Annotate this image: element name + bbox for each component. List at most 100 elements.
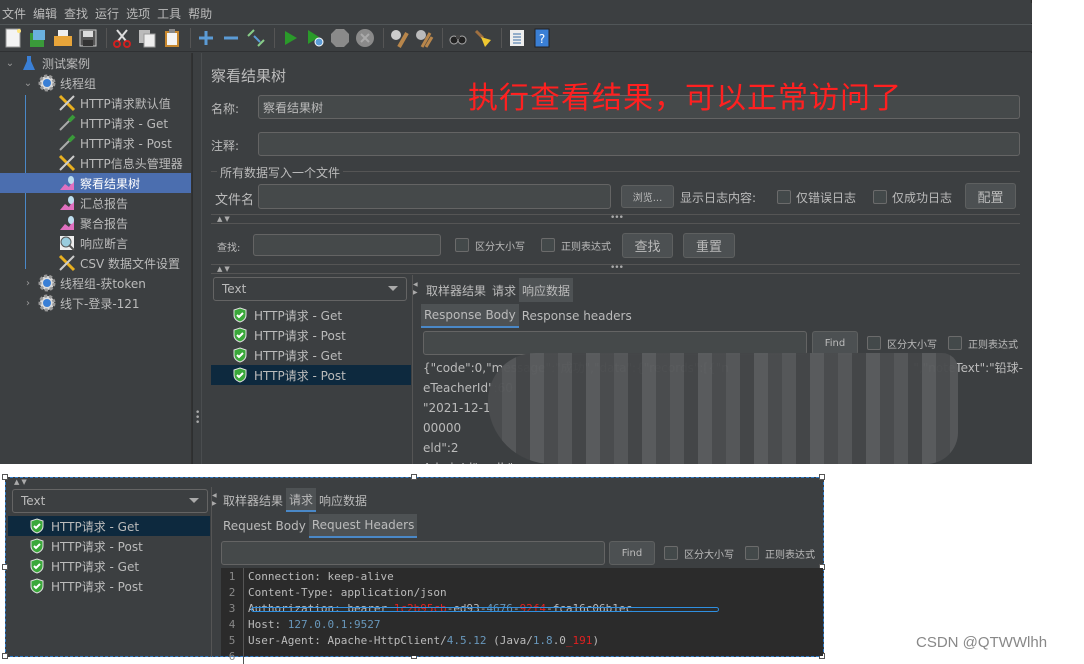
tree-node-label: 测试案例: [42, 56, 91, 71]
collapse-arrows[interactable]: ▲▼: [217, 215, 232, 223]
expand-icon[interactable]: [195, 27, 217, 49]
result-item[interactable]: HTTP请求 - Get: [211, 345, 411, 365]
regex-checkbox[interactable]: [541, 238, 555, 252]
split-arrows[interactable]: ◀ ▶: [413, 281, 418, 297]
menu-options[interactable]: 选项: [124, 5, 154, 22]
collapse-arrows[interactable]: ▲▼: [217, 265, 232, 273]
tree-node-header-manager[interactable]: HTTP信息头管理器: [58, 153, 183, 173]
menu-help[interactable]: 帮助: [186, 5, 216, 22]
comment-field[interactable]: [258, 132, 1020, 156]
search-button[interactable]: 查找: [622, 233, 673, 258]
tab-response-data[interactable]: 响应数据: [519, 278, 574, 302]
tab-request-headers[interactable]: Request Headers: [308, 514, 418, 538]
chevron-right-icon[interactable]: ›: [22, 278, 34, 289]
splitter-dots[interactable]: •••: [610, 213, 624, 223]
new-icon[interactable]: [2, 27, 24, 49]
chevron-right-icon[interactable]: ›: [22, 298, 34, 309]
case-sensitive-checkbox[interactable]: [455, 238, 469, 252]
tab-sampler-result[interactable]: 取样器结果: [220, 488, 286, 512]
templates-icon[interactable]: [27, 27, 49, 49]
tab-request-body[interactable]: Request Body: [220, 514, 309, 538]
tree-node-http-post[interactable]: HTTP请求 - Post: [58, 133, 172, 153]
tree-node-label: HTTP请求默认值: [80, 96, 171, 111]
request-find-field[interactable]: [221, 541, 605, 565]
split-arrows[interactable]: ◀ ▶: [212, 492, 217, 508]
menu-search[interactable]: 查找: [62, 5, 92, 22]
menu-tools[interactable]: 工具: [155, 5, 185, 22]
open-icon[interactable]: [52, 27, 74, 49]
response-find-field[interactable]: [423, 331, 807, 355]
tree-splitter[interactable]: • • •: [192, 53, 202, 464]
tab-response-data[interactable]: 响应数据: [316, 488, 370, 512]
find-button[interactable]: Find: [812, 331, 858, 355]
tree-node-response-assertion[interactable]: 响应断言: [58, 233, 128, 253]
function-helper-icon[interactable]: [506, 27, 528, 49]
menu-edit[interactable]: 编辑: [31, 5, 61, 22]
help-icon[interactable]: ?: [531, 27, 553, 49]
reset-button[interactable]: 重置: [683, 233, 735, 258]
cut-icon[interactable]: [111, 27, 133, 49]
search-icon[interactable]: [447, 27, 469, 49]
clear-all-icon[interactable]: [413, 27, 435, 49]
renderer-select[interactable]: Text: [213, 277, 407, 301]
tree-node-summary-report[interactable]: 汇总报告: [58, 193, 128, 213]
shutdown-icon[interactable]: [354, 27, 376, 49]
paste-icon[interactable]: [161, 27, 183, 49]
tab-response-headers[interactable]: Response headers: [519, 304, 635, 328]
splitter-dots[interactable]: •••: [610, 263, 624, 273]
find-regex-checkbox[interactable]: [745, 546, 759, 560]
chevron-down-icon[interactable]: ⌄: [4, 58, 16, 69]
filename-field[interactable]: [258, 184, 611, 209]
renderer-select[interactable]: Text: [12, 489, 208, 513]
browse-button[interactable]: 浏览...: [621, 185, 674, 208]
collapse-icon[interactable]: [220, 27, 242, 49]
configure-button[interactable]: 配置: [965, 183, 1016, 209]
header-key: Connection:: [248, 569, 328, 583]
tree-node-root[interactable]: ⌄ 测试案例: [4, 53, 90, 73]
tree-node-http-defaults[interactable]: HTTP请求默认值: [58, 93, 171, 113]
request-headers-editor[interactable]: 1 Connection: keep-alive 2 Content-Type: a…: [221, 568, 823, 664]
clear-icon[interactable]: [388, 27, 410, 49]
find-button[interactable]: Find: [609, 541, 655, 565]
errors-only-checkbox[interactable]: [777, 190, 791, 204]
result-item-label: HTTP请求 - Post: [51, 539, 143, 554]
tab-request[interactable]: 请求: [286, 488, 317, 512]
menu-run[interactable]: 运行: [93, 5, 123, 22]
result-item[interactable]: HTTP请求 - Get: [8, 556, 210, 576]
chevron-down-icon[interactable]: ⌄: [22, 78, 34, 89]
find-regex-label: 正则表达式: [968, 340, 1018, 351]
reset-search-icon[interactable]: [472, 27, 494, 49]
tree-node-view-results-tree[interactable]: 察看结果树: [0, 173, 191, 193]
tree-node-thread-group[interactable]: ⌄ 线程组: [22, 73, 96, 93]
success-only-label: 仅成功日志: [892, 191, 953, 205]
result-item[interactable]: HTTP请求 - Post: [211, 365, 411, 385]
menu-file[interactable]: 文件: [0, 5, 30, 22]
toggle-icon[interactable]: [245, 27, 267, 49]
copy-icon[interactable]: [136, 27, 158, 49]
result-item[interactable]: HTTP请求 - Get: [211, 305, 411, 325]
tree-node-thread-group-token[interactable]: › 线程组-获token: [22, 273, 146, 293]
result-item[interactable]: HTTP请求 - Post: [211, 325, 411, 345]
success-only-checkbox[interactable]: [873, 190, 887, 204]
result-item[interactable]: HTTP请求 - Get: [8, 516, 210, 536]
tab-response-body[interactable]: Response Body: [421, 304, 519, 328]
tree-node-aggregate-report[interactable]: 聚合报告: [58, 213, 128, 233]
collapse-arrows[interactable]: ▲▼: [14, 478, 29, 486]
search-field[interactable]: [253, 234, 441, 256]
start-icon[interactable]: [279, 27, 301, 49]
tab-request[interactable]: 请求: [489, 278, 519, 302]
find-case-checkbox[interactable]: [664, 546, 678, 560]
find-regex-checkbox[interactable]: [948, 336, 962, 350]
tree-node-thread-group-login[interactable]: › 线下-登录-121: [22, 293, 140, 313]
find-case-checkbox[interactable]: [867, 336, 881, 350]
tree-node-csv-config[interactable]: CSV 数据文件设置: [58, 253, 180, 273]
stop-icon[interactable]: [329, 27, 351, 49]
result-item[interactable]: HTTP请求 - Post: [8, 576, 210, 596]
pipette-icon: [58, 134, 76, 152]
tree-node-http-get[interactable]: HTTP请求 - Get: [58, 113, 168, 133]
wrench-icon: [58, 94, 76, 112]
start-no-pause-icon[interactable]: [304, 27, 326, 49]
save-icon[interactable]: [77, 27, 99, 49]
tab-sampler-result[interactable]: 取样器结果: [423, 278, 489, 302]
result-item[interactable]: HTTP请求 - Post: [8, 536, 210, 556]
